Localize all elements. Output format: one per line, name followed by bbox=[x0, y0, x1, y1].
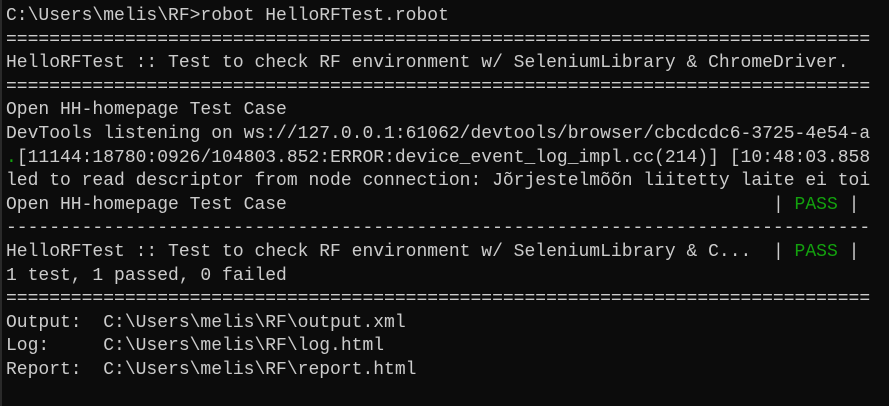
window-edge bbox=[0, 0, 2, 406]
test-name-line: Open HH-homepage Test Case bbox=[6, 100, 287, 121]
devtools-line: DevTools listening on ws://127.0.0.1:610… bbox=[6, 123, 871, 144]
log-path-line: Log: C:\Users\melis\RF\log.html bbox=[6, 336, 385, 357]
pipe: | bbox=[772, 194, 795, 215]
separator-line: ----------------------------------------… bbox=[6, 218, 871, 239]
summary-line: 1 test, 1 passed, 0 failed bbox=[6, 265, 287, 286]
test-result-name: Open HH-homepage Test Case bbox=[6, 194, 773, 215]
output-path-line: Output: C:\Users\melis\RF\output.xml bbox=[6, 312, 406, 333]
suite-result-name: HelloRFTest :: Test to check RF environm… bbox=[6, 241, 773, 262]
suite-result-line: HelloRFTest :: Test to check RF environm… bbox=[6, 241, 889, 265]
pipe: | bbox=[837, 241, 860, 262]
error-line-continued: led to read descriptor from node connect… bbox=[6, 171, 871, 192]
pipe: | bbox=[837, 194, 860, 215]
separator-line: ========================================… bbox=[6, 76, 871, 97]
suite-header: HelloRFTest :: Test to check RF environm… bbox=[6, 53, 849, 74]
separator-line: ========================================… bbox=[6, 29, 871, 50]
error-line: .[11144:18780:0926/104803.852:ERROR:devi… bbox=[6, 147, 889, 171]
command-line: C:\Users\melis\RF>robot HelloRFTest.robo… bbox=[6, 6, 449, 26]
error-text: [11144:18780:0926/104803.852:ERROR:devic… bbox=[16, 147, 871, 168]
separator-line: ========================================… bbox=[6, 289, 871, 310]
pipe: | bbox=[772, 241, 795, 262]
test-result-line: Open HH-homepage Test Case | PASS | bbox=[6, 194, 889, 218]
pass-status: PASS bbox=[794, 241, 838, 262]
report-path-line: Report: C:\Users\melis\RF\report.html bbox=[6, 359, 417, 380]
terminal-output[interactable]: C:\Users\melis\RF>robot HelloRFTest.robo… bbox=[6, 5, 889, 383]
error-dot: . bbox=[6, 147, 17, 168]
pass-status: PASS bbox=[794, 194, 838, 215]
